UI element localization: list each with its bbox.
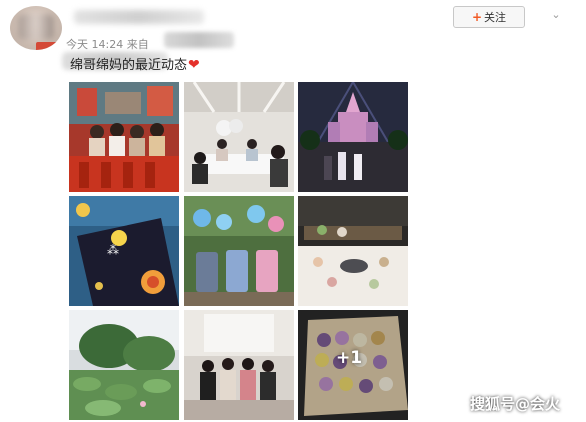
image-tile-8[interactable] xyxy=(184,310,294,420)
avatar-badge xyxy=(36,42,58,50)
image-tile-4[interactable]: ⁂ xyxy=(69,196,179,306)
watermark-text: 搜狐号@会火 xyxy=(470,395,561,413)
heart-icon: ❤ xyxy=(188,57,200,73)
post-text: 绵哥绵妈的最近动态❤ xyxy=(70,54,200,73)
more-images-count: +1 xyxy=(336,348,363,368)
post-timestamp[interactable]: 今天 14:24 xyxy=(66,38,123,51)
image-grid: ⁂ +1 xyxy=(69,82,409,422)
image-tile-1[interactable] xyxy=(69,82,179,192)
avatar[interactable] xyxy=(10,6,62,50)
image-tile-2[interactable] xyxy=(184,82,294,192)
post-source-prefix: 来自 xyxy=(126,38,149,51)
image-tile-3[interactable] xyxy=(298,82,408,192)
image-tile-5[interactable] xyxy=(184,196,294,306)
image-tile-6[interactable] xyxy=(298,196,408,306)
post-text-content: 绵哥绵妈的最近动态 xyxy=(70,58,188,73)
image-tile-7[interactable] xyxy=(69,310,179,420)
plus-icon: + xyxy=(471,10,483,24)
avatar-blur xyxy=(18,14,54,40)
image-tile-9[interactable]: +1 xyxy=(298,310,408,420)
follow-label: 关注 xyxy=(484,11,507,24)
username-blurred[interactable] xyxy=(74,10,204,24)
chevron-down-icon[interactable]: ⌄ xyxy=(548,6,564,22)
follow-button[interactable]: + 关注 xyxy=(453,6,525,28)
post-meta: 今天 14:24 来自 xyxy=(66,36,149,52)
post-source-blurred xyxy=(164,32,234,48)
svg-text:⁂: ⁂ xyxy=(107,243,119,257)
